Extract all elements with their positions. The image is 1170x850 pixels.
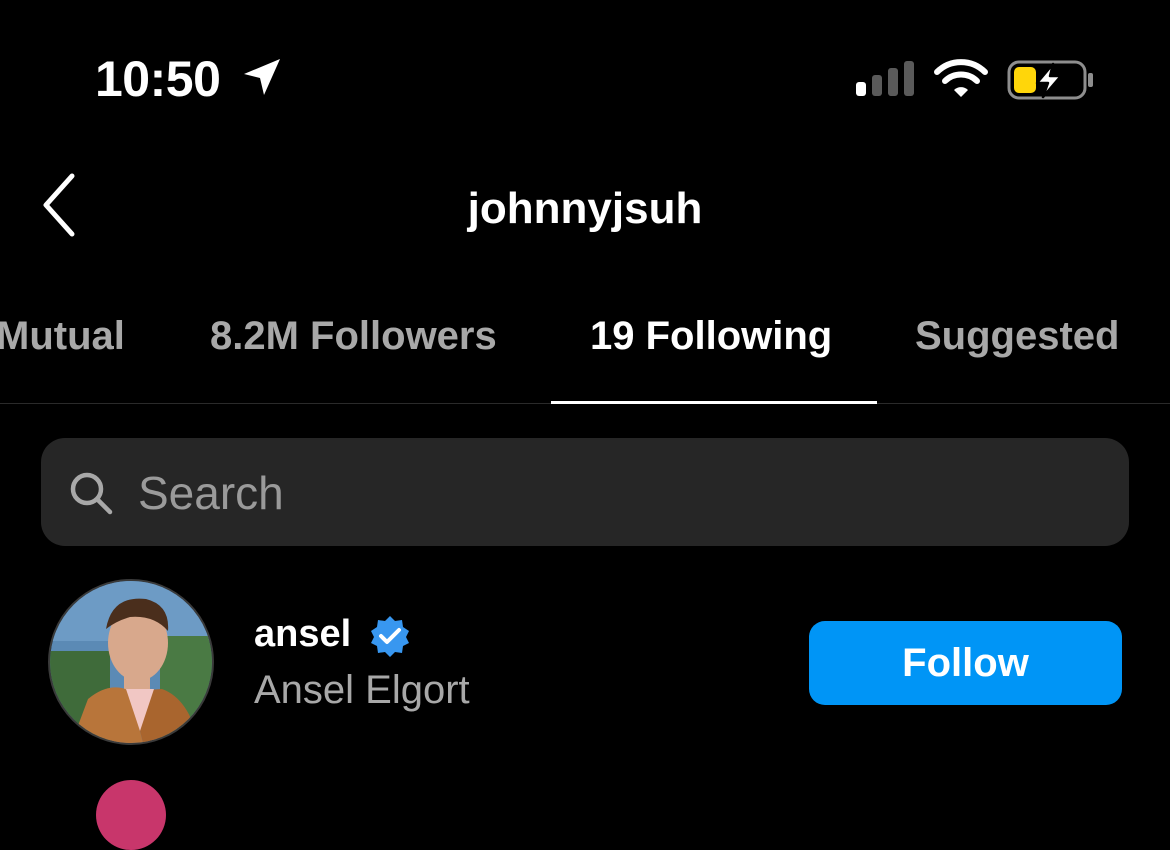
tab-suggested[interactable]: Suggested (915, 314, 1119, 359)
battery-charging-icon (1007, 60, 1093, 100)
verified-badge-icon (371, 616, 409, 657)
search-input[interactable] (138, 460, 1038, 526)
active-tab-indicator (551, 401, 877, 404)
cellular-signal-icon (856, 61, 914, 96)
tab-following[interactable]: 19 Following (590, 314, 832, 359)
search-icon (70, 472, 113, 515)
page-title: johnnyjsuh (467, 184, 703, 233)
username[interactable]: ansel (254, 613, 351, 656)
follow-button[interactable]: Follow (809, 621, 1122, 705)
status-time: 10:50 (95, 51, 221, 107)
avatar[interactable] (48, 579, 214, 745)
full-name: Ansel Elgort (254, 668, 470, 712)
tab-followers[interactable]: 8.2M Followers (210, 314, 497, 359)
wifi-icon (934, 59, 988, 97)
next-avatar[interactable] (96, 780, 166, 850)
location-arrow-icon (244, 59, 280, 95)
tab-mutual[interactable]: Mutual (0, 314, 125, 359)
